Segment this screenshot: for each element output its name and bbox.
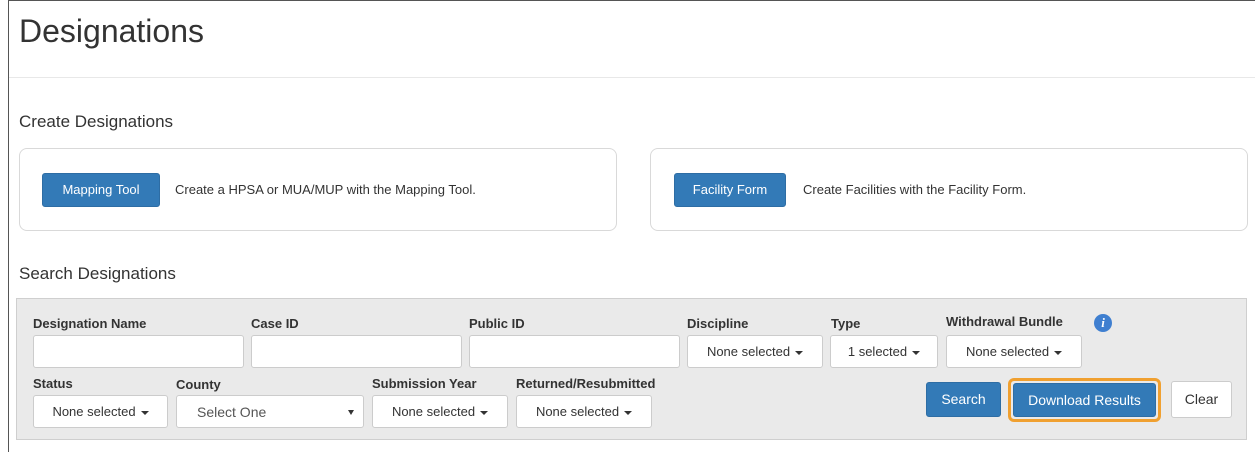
download-results-button[interactable]: Download Results — [1013, 383, 1156, 417]
status-dropdown[interactable]: None selected — [33, 395, 168, 428]
mapping-tool-button[interactable]: Mapping Tool — [42, 173, 160, 207]
caret-down-icon — [795, 350, 804, 355]
case-id-input[interactable] — [251, 335, 462, 368]
county-value: Select One — [197, 404, 267, 420]
caret-down-icon — [480, 410, 489, 415]
returned-resubmitted-label: Returned/Resubmitted — [516, 376, 656, 391]
designation-name-input[interactable] — [33, 335, 244, 368]
caret-down-icon — [140, 410, 149, 415]
discipline-label: Discipline — [687, 316, 749, 331]
select-arrow-icon — [348, 410, 354, 415]
type-label: Type — [831, 316, 861, 331]
page-title: Designations — [19, 13, 204, 49]
withdrawal-bundle-value: None selected — [965, 344, 1050, 359]
type-value: 1 selected — [847, 344, 908, 359]
facility-form-card: Facility Form Create Facilities with the… — [650, 148, 1248, 231]
caret-down-icon — [624, 410, 633, 415]
withdrawal-bundle-label: Withdrawal Bundle — [946, 314, 1063, 329]
mapping-tool-card: Mapping Tool Create a HPSA or MUA/MUP wi… — [19, 148, 617, 231]
search-button[interactable]: Search — [926, 382, 1001, 417]
submission-year-label: Submission Year — [372, 376, 477, 391]
title-divider — [9, 77, 1255, 78]
case-id-label: Case ID — [251, 316, 299, 331]
info-icon[interactable]: i — [1094, 314, 1112, 332]
discipline-dropdown[interactable]: None selected — [687, 335, 823, 368]
submission-year-dropdown[interactable]: None selected — [372, 395, 508, 428]
withdrawal-bundle-dropdown[interactable]: None selected — [946, 335, 1082, 368]
status-value: None selected — [52, 404, 136, 419]
status-label: Status — [33, 376, 73, 391]
designation-name-label: Designation Name — [33, 316, 147, 331]
submission-year-value: None selected — [391, 404, 476, 419]
caret-down-icon — [912, 350, 921, 355]
returned-resubmitted-value: None selected — [535, 404, 620, 419]
public-id-input[interactable] — [469, 335, 680, 368]
search-designations-heading: Search Designations — [19, 264, 176, 283]
mapping-tool-description: Create a HPSA or MUA/MUP with the Mappin… — [175, 182, 476, 197]
returned-resubmitted-dropdown[interactable]: None selected — [516, 395, 652, 428]
discipline-value: None selected — [706, 344, 791, 359]
facility-form-button[interactable]: Facility Form — [674, 173, 786, 207]
public-id-label: Public ID — [469, 316, 525, 331]
county-select[interactable]: Select One — [176, 395, 364, 428]
county-label: County — [176, 377, 221, 392]
search-panel: Designation Name Case ID Public ID Disci… — [16, 298, 1247, 440]
clear-button[interactable]: Clear — [1171, 381, 1232, 418]
caret-down-icon — [1054, 350, 1063, 355]
facility-form-description: Create Facilities with the Facility Form… — [803, 182, 1027, 197]
type-dropdown[interactable]: 1 selected — [830, 335, 938, 368]
create-designations-heading: Create Designations — [19, 112, 174, 131]
